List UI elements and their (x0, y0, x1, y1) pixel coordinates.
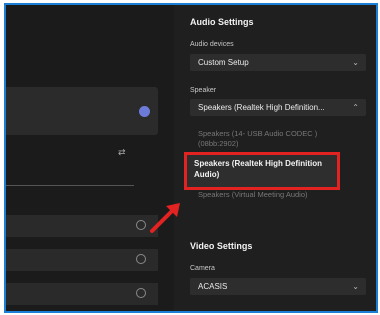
audio-devices-label: Audio devices (190, 41, 234, 48)
speaker-dropdown[interactable]: Speakers (Realtek High Definition... ⌃ (190, 99, 366, 116)
speaker-value: Speakers (Realtek High Definition... (198, 103, 325, 112)
divider (6, 185, 134, 186)
video-settings-heading: Video Settings (190, 241, 253, 251)
radio-button[interactable] (136, 288, 146, 298)
radio-button[interactable] (136, 254, 146, 264)
camera-label: Camera (190, 265, 215, 272)
radio-button[interactable] (136, 220, 146, 230)
speaker-label: Speaker (190, 87, 217, 94)
chevron-down-icon: ⌄ (352, 58, 359, 67)
teams-device-settings-window: ⇄ Audio Settings Audio devices Custom Se… (4, 3, 378, 313)
camera-value: ACASIS (198, 282, 228, 291)
speaker-option-virtual[interactable]: Speakers (Virtual Meeting Audio) (190, 188, 366, 202)
chevron-up-icon: ⌃ (352, 103, 359, 112)
left-options-list: ⇄ (6, 5, 174, 311)
audio-devices-value: Custom Setup (198, 58, 249, 67)
option-row[interactable] (6, 249, 158, 271)
speaker-option-realtek-highlight[interactable]: Speakers (Realtek High Definition Audio) (184, 152, 340, 190)
chevron-down-icon: ⌄ (352, 282, 359, 291)
audio-devices-dropdown[interactable]: Custom Setup ⌄ (190, 54, 366, 71)
red-arrow-icon (150, 203, 180, 233)
camera-dropdown[interactable]: ACASIS ⌄ (190, 278, 366, 295)
speaker-option-usb[interactable]: Speakers (14- USB Audio CODEC ) (08bb:29… (190, 127, 366, 151)
option-row[interactable] (6, 283, 158, 305)
option-row[interactable] (6, 215, 158, 237)
selected-device-card[interactable] (6, 87, 158, 135)
selected-check-icon (139, 106, 150, 117)
sliders-icon[interactable]: ⇄ (118, 149, 130, 158)
audio-settings-heading: Audio Settings (190, 17, 254, 27)
